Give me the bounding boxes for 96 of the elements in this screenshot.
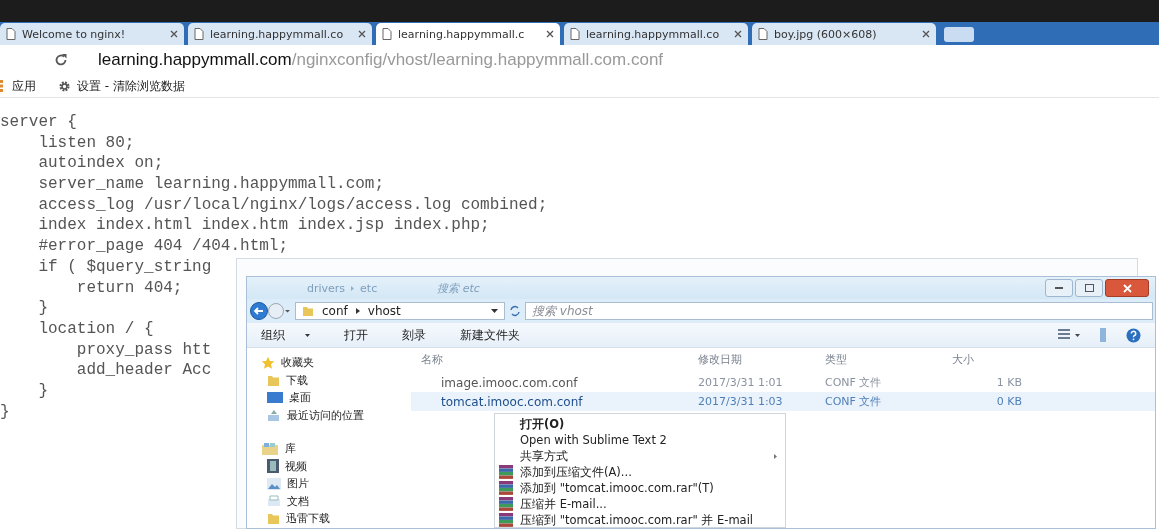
folder-icon xyxy=(302,305,314,317)
toolbar-button[interactable]: 新建文件夹 xyxy=(460,327,520,343)
close-icon xyxy=(1122,283,1132,293)
submenu-arrow-icon xyxy=(774,453,777,459)
minimize-button[interactable] xyxy=(1045,279,1073,297)
browser-tab[interactable]: learning.happymmall.co xyxy=(564,23,748,45)
column-header[interactable]: 修改日期 xyxy=(698,352,825,367)
bookmark-link[interactable]: 设置 - 清除浏览数据 xyxy=(77,77,185,95)
code-line: } xyxy=(0,401,10,423)
menu-item[interactable]: 添加到压缩文件(A)... xyxy=(520,464,632,480)
archive-books-icon xyxy=(499,497,513,511)
archive-books-icon xyxy=(499,513,513,527)
view-list-icon[interactable] xyxy=(1058,329,1080,341)
code-line: } xyxy=(37,298,48,319)
chevron-icon xyxy=(351,285,355,291)
code-line: proxy_pass htt xyxy=(75,339,212,361)
search-field[interactable]: 搜索 vhost xyxy=(525,302,1153,320)
address-bar[interactable]: learning.happymmall.com/nginxconfig/vhost/learning.happymmall.com.conf xyxy=(98,50,664,70)
chevron-icon xyxy=(355,308,360,314)
menu-item[interactable]: 压缩到 "tomcat.imooc.com.rar" 并 E-mail xyxy=(520,512,754,528)
page-icon xyxy=(6,28,16,40)
file-row[interactable]: image.imooc.com.conf 2017/3/31 1:01 CONF 文件 1 KB xyxy=(411,373,1155,392)
nav-item[interactable]: 最近访问的位置 xyxy=(247,406,411,424)
star-icon xyxy=(261,355,275,370)
nav-item[interactable]: 图片 xyxy=(247,475,411,493)
nav-item[interactable]: 视频 xyxy=(247,457,411,475)
close-icon[interactable] xyxy=(922,30,930,38)
menu-item[interactable]: 共享方式 xyxy=(520,448,568,464)
maximize-button[interactable] xyxy=(1075,279,1103,297)
folder-icon xyxy=(267,373,280,387)
close-icon[interactable] xyxy=(546,30,554,38)
code-line: location / { xyxy=(37,318,154,340)
nav-item[interactable]: 桌面 xyxy=(247,389,411,407)
gear-icon xyxy=(58,79,71,93)
close-icon[interactable] xyxy=(734,30,742,38)
nav-item[interactable]: 迅雷下载 xyxy=(247,510,411,528)
code-line: server { xyxy=(0,112,77,133)
library-icon xyxy=(261,441,279,456)
code-line: #error_page 404 /404.html; xyxy=(37,236,289,257)
menu-item[interactable]: 添加到 "tomcat.imooc.com.rar"(T) xyxy=(520,480,714,496)
page-icon xyxy=(758,28,768,40)
help-icon[interactable] xyxy=(1126,327,1141,343)
toolbar-button[interactable]: 组织 xyxy=(261,327,310,343)
bookmark-link[interactable]: 应用 xyxy=(12,77,36,95)
maximize-icon xyxy=(1084,284,1094,292)
file-row[interactable]: tomcat.imooc.com.conf 2017/3/31 1:03 CONF 文件 0 KB xyxy=(411,392,1155,411)
page-icon xyxy=(570,28,580,40)
breadcrumb-item[interactable]: vhost xyxy=(367,304,401,318)
folder-icon xyxy=(267,512,280,526)
code-line: add_header Acc xyxy=(75,360,212,381)
nav-item[interactable]: 库 xyxy=(247,440,411,458)
archive-books-icon xyxy=(499,481,513,495)
menu-item[interactable]: 打开(O) xyxy=(520,416,565,432)
faded-breadcrumb: drivers xyxy=(307,281,346,295)
menu-item[interactable]: Open with Sublime Text 2 xyxy=(520,433,667,447)
browser-tab[interactable]: Welcome to nginx! xyxy=(0,23,184,45)
faded-breadcrumb: etc xyxy=(360,281,378,295)
browser-tab[interactable]: boy.jpg (600×608) xyxy=(752,23,936,45)
toolbar-button[interactable]: 刻录 xyxy=(402,327,426,343)
breadcrumb-item[interactable]: conf xyxy=(322,304,348,318)
page-icon xyxy=(382,28,392,40)
page-icon xyxy=(194,28,204,40)
code-line: } xyxy=(37,380,48,402)
code-line: listen 80; xyxy=(37,132,135,154)
column-header[interactable]: 类型 xyxy=(825,352,952,367)
nav-item[interactable]: 收藏夹 xyxy=(247,354,411,372)
close-icon[interactable] xyxy=(358,30,366,38)
code-line: if ( $query_string xyxy=(37,256,212,278)
code-line: autoindex on; xyxy=(37,153,164,175)
code-line: index index.html index.htm index.jsp index.php; xyxy=(37,215,490,237)
menu-item[interactable]: 压缩并 E-mail... xyxy=(520,496,607,512)
close-icon[interactable] xyxy=(170,30,178,38)
recent-places-icon xyxy=(267,408,281,422)
reload-icon[interactable] xyxy=(54,53,68,67)
nav-item[interactable]: 文档 xyxy=(247,492,411,510)
apps-grid-icon xyxy=(0,80,6,92)
close-button[interactable] xyxy=(1105,279,1149,297)
code-line: return 404; xyxy=(75,277,183,299)
picture-icon xyxy=(267,477,281,490)
refresh-icon[interactable] xyxy=(509,305,521,317)
code-line: server_name learning.happymmall.com; xyxy=(37,174,385,195)
column-header[interactable]: 大小 xyxy=(952,352,1022,367)
dropdown-caret-icon[interactable] xyxy=(491,309,498,313)
document-icon xyxy=(267,495,281,508)
nav-item[interactable]: 下载 xyxy=(247,371,411,389)
toolbar-button[interactable]: 打开 xyxy=(344,327,368,343)
film-icon xyxy=(267,459,279,474)
browser-tab[interactable]: learning.happymmall.co xyxy=(188,23,372,45)
browser-tab[interactable]: learning.happymmall.c xyxy=(376,23,560,45)
minimize-icon xyxy=(1055,286,1063,290)
column-header[interactable]: 名称 xyxy=(411,352,698,367)
archive-books-icon xyxy=(499,465,513,479)
code-line: access_log /usr/local/nginx/logs/access.log combined; xyxy=(37,194,548,216)
dropdown-caret-icon xyxy=(305,333,310,337)
desktop-icon xyxy=(267,391,283,404)
back-forward-icon[interactable] xyxy=(249,301,291,321)
